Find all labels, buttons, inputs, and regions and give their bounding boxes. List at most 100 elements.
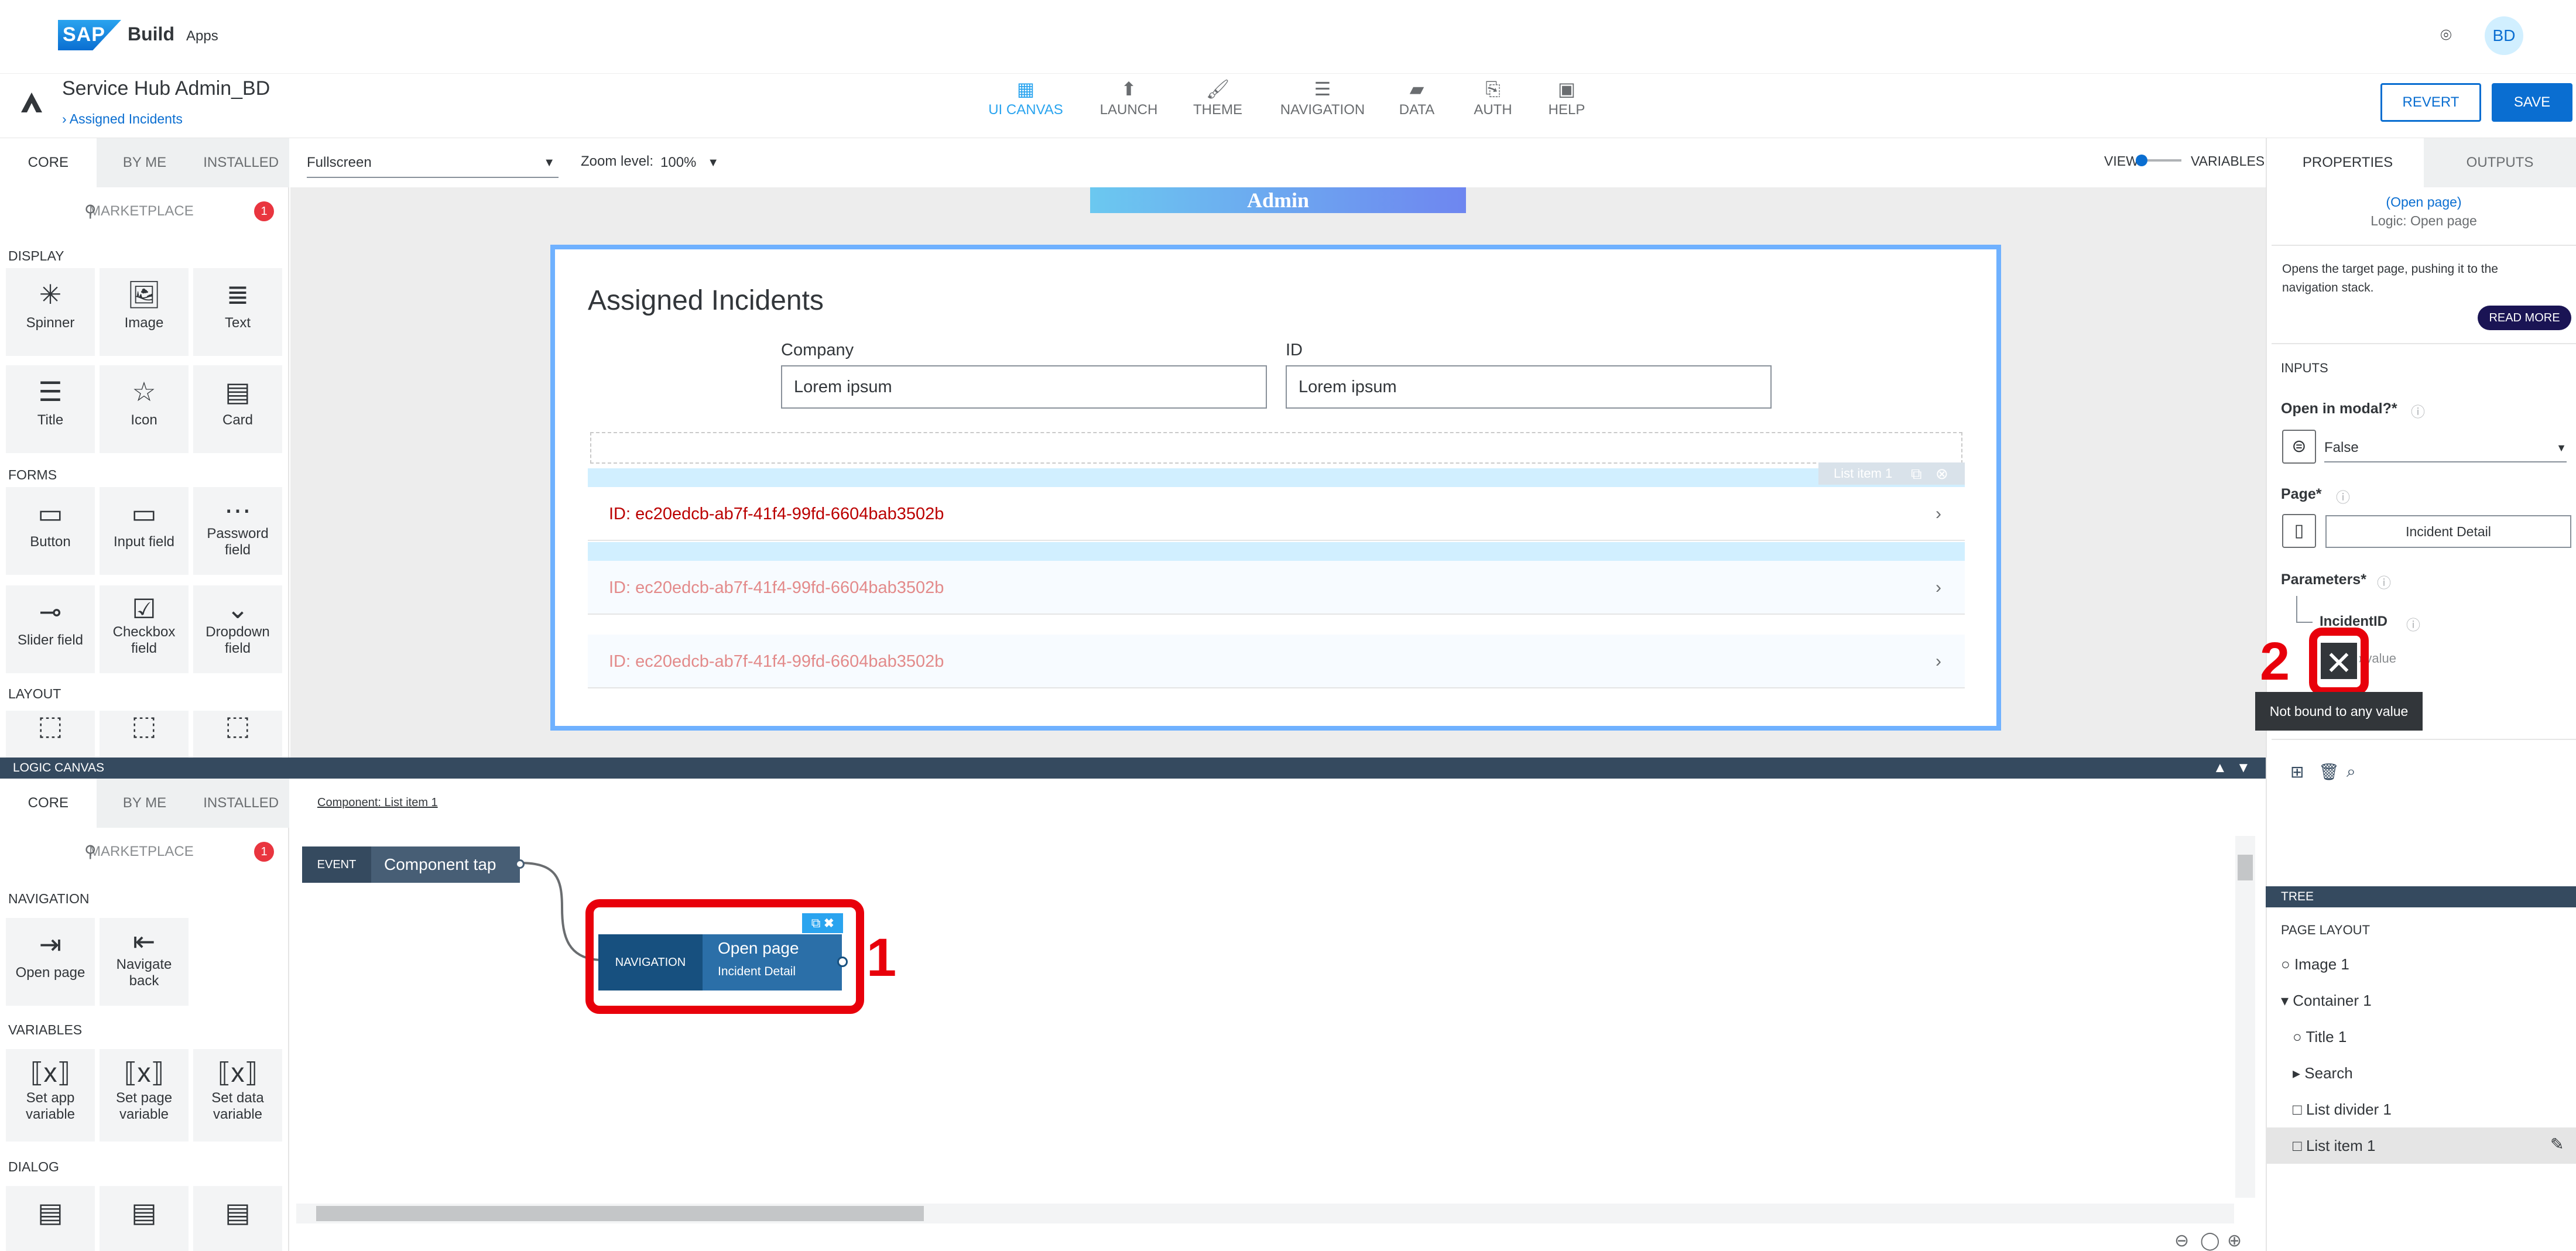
tile-open-page[interactable]: ⇥ Open page <box>6 918 95 1006</box>
tile-dialog-3[interactable]: ▤ <box>193 1186 282 1251</box>
page-binding-icon[interactable]: ▯ <box>2282 514 2316 548</box>
avatar[interactable]: BD <box>2485 16 2523 55</box>
tile-set-app-variable[interactable]: ⟦x⟧ Set app variable <box>6 1049 95 1142</box>
open-page-node[interactable]: NAVIGATION Open page Incident Detail <box>598 934 848 990</box>
tile-layout-3[interactable]: ⬚ <box>193 711 282 758</box>
tile-image[interactable]: 🖼 Image <box>100 268 189 356</box>
tab-navigation[interactable]: ☰ NAVIGATION <box>1279 76 1366 118</box>
tree-item-list-item-1[interactable]: □ List item 1 <box>2293 1137 2375 1155</box>
view-toggle[interactable] <box>2136 155 2181 166</box>
scrollbar-thumb[interactable] <box>316 1206 924 1221</box>
tile-icon[interactable]: ☆ Icon <box>100 365 189 453</box>
binding-toggle-icon[interactable]: ⊜ <box>2282 430 2316 464</box>
collapse-down-icon[interactable]: ▼ <box>2236 760 2250 776</box>
zoom-in-icon[interactable]: ⊕ <box>2227 1231 2242 1251</box>
tile-button[interactable]: ▭ Button <box>6 487 95 575</box>
tree-item-search[interactable]: ▸ Search <box>2293 1064 2353 1082</box>
tab-core[interactable]: CORE <box>0 779 97 828</box>
view-mode-select[interactable]: Fullscreen ▼ <box>307 148 559 178</box>
event-output-port[interactable] <box>515 859 525 869</box>
list-item[interactable]: ID: ec20edcb-ab7f-41f4-99fd-6604bab3502b… <box>588 487 1965 541</box>
tile-navigate-back[interactable]: ⇤ Navigate back <box>100 918 189 1006</box>
expand-up-icon[interactable]: ▲ <box>2213 760 2227 776</box>
zoom-select[interactable]: 100% ▼ <box>660 148 719 178</box>
copy-icon[interactable]: ⧉ <box>1911 462 1922 485</box>
id-input[interactable]: Lorem ipsum <box>1286 365 1772 409</box>
add-icon[interactable]: ⊞ <box>2290 762 2304 782</box>
tab-theme[interactable]: 🖌 THEME <box>1177 76 1259 118</box>
tile-title[interactable]: ☰ Title <box>6 365 95 453</box>
horizontal-scrollbar[interactable] <box>296 1204 2234 1223</box>
zoom-out-icon[interactable]: ⊖ <box>2174 1231 2189 1251</box>
save-button[interactable]: SAVE <box>2492 83 2572 122</box>
trash-icon[interactable]: 🗑 <box>2318 762 2339 782</box>
close-icon[interactable]: ⊗ <box>1936 462 1948 485</box>
node-output-port[interactable] <box>837 957 848 967</box>
tile-slider-field[interactable]: ⊸ Slider field <box>6 585 95 673</box>
marketplace-search[interactable]: ⚲ MARKETPLACE <box>7 192 282 231</box>
breadcrumb[interactable]: › Assigned Incidents <box>62 111 183 127</box>
company-input[interactable]: Lorem ipsum <box>781 365 1267 409</box>
tile-spinner[interactable]: ✳ Spinner <box>6 268 95 356</box>
tab-by-me[interactable]: BY ME <box>96 138 193 187</box>
list-item-tag-label: List item 1 <box>1834 466 1893 481</box>
tile-checkbox-field[interactable]: ☑ Checkbox field <box>100 585 189 673</box>
info-icon[interactable]: ⓘ <box>2336 486 2350 506</box>
list-divider[interactable] <box>590 432 1962 464</box>
tab-launch[interactable]: ⬆ LAUNCH <box>1088 76 1170 118</box>
scrollbar-thumb[interactable] <box>2238 855 2253 880</box>
tile-dialog-2[interactable]: ▤ <box>100 1186 189 1251</box>
tab-data[interactable]: ▰ DATA <box>1376 76 1458 118</box>
inspect-icon[interactable]: ⌕ <box>2347 762 2356 782</box>
tile-dialog-1[interactable]: ▤ <box>6 1186 95 1251</box>
page-title[interactable]: Assigned Incidents <box>588 285 824 317</box>
star-icon: ☆ <box>132 376 156 407</box>
list-item-text: ID: ec20edcb-ab7f-41f4-99fd-6604bab3502b <box>609 578 944 597</box>
event-node[interactable]: EVENT Component tap <box>302 846 525 883</box>
tab-installed[interactable]: INSTALLED <box>193 138 290 187</box>
tile-dropdown-field[interactable]: ⌄ Dropdown field <box>193 585 282 673</box>
list-item[interactable]: ID: ec20edcb-ab7f-41f4-99fd-6604bab3502b… <box>588 561 1965 615</box>
tab-auth[interactable]: ⎘ AUTH <box>1452 76 1534 118</box>
section-navigation: NAVIGATION <box>8 891 90 906</box>
header-image[interactable]: Admin <box>1090 187 1466 213</box>
close-icon[interactable]: ✖ <box>824 916 834 930</box>
tile-password-field[interactable]: ⋯ Password field <box>193 487 282 575</box>
tile-layout-2[interactable]: ⬚ <box>100 711 189 758</box>
component-link[interactable]: Component: List item 1 <box>317 796 438 810</box>
info-icon[interactable]: ⓘ <box>2377 571 2391 592</box>
vertical-scrollbar[interactable] <box>2235 836 2255 1198</box>
tile-set-data-variable[interactable]: ⟦x⟧ Set data variable <box>193 1049 282 1142</box>
revert-button[interactable]: REVERT <box>2380 83 2481 122</box>
tab-ui-canvas[interactable]: ▦ UI CANVAS <box>985 76 1067 118</box>
tab-properties[interactable]: PROPERTIES <box>2272 138 2424 187</box>
tile-input-field[interactable]: ▭ Input field <box>100 487 189 575</box>
read-more-button[interactable]: READ MORE <box>2478 306 2571 330</box>
tab-by-me[interactable]: BY ME <box>96 779 193 828</box>
open-in-modal-select[interactable]: False ▼ <box>2324 433 2567 462</box>
open-page-icon: ⇥ <box>39 929 62 959</box>
tree-item-container-1[interactable]: ▾ Container 1 <box>2281 992 2372 1010</box>
tab-core[interactable]: CORE <box>0 138 97 187</box>
tab-installed[interactable]: INSTALLED <box>193 779 290 828</box>
zoom-reset-icon[interactable]: ◯ <box>2200 1231 2220 1251</box>
tab-outputs[interactable]: OUTPUTS <box>2424 138 2576 187</box>
unbound-value-icon[interactable]: ✕ <box>2318 640 2359 681</box>
notification-icon[interactable]: ⌾ <box>2434 23 2458 47</box>
tile-card[interactable]: ▤ Card <box>193 365 282 453</box>
page-select[interactable]: Incident Detail <box>2325 515 2571 548</box>
tree-item-image-1[interactable]: ○ Image 1 <box>2281 955 2349 974</box>
list-item[interactable]: ID: ec20edcb-ab7f-41f4-99fd-6604bab3502b… <box>588 635 1965 688</box>
logic-link[interactable]: (Open page) <box>2272 194 2576 210</box>
tile-text[interactable]: ≣ Text <box>193 268 282 356</box>
tree-item-title-1[interactable]: ○ Title 1 <box>2293 1028 2347 1046</box>
copy-icon[interactable]: ⧉ <box>811 916 821 930</box>
tile-layout-1[interactable]: ⬚ <box>6 711 95 758</box>
tab-help[interactable]: ▣ HELP <box>1526 76 1608 118</box>
tree-item-list-divider-1[interactable]: □ List divider 1 <box>2293 1101 2392 1119</box>
info-icon[interactable]: ⓘ <box>2406 613 2420 634</box>
edit-icon[interactable]: ✎ <box>2550 1135 2564 1154</box>
marketplace-search[interactable]: ⚲ MARKETPLACE <box>7 832 282 871</box>
tile-set-page-variable[interactable]: ⟦x⟧ Set page variable <box>100 1049 189 1142</box>
info-icon[interactable]: ⓘ <box>2411 400 2425 421</box>
